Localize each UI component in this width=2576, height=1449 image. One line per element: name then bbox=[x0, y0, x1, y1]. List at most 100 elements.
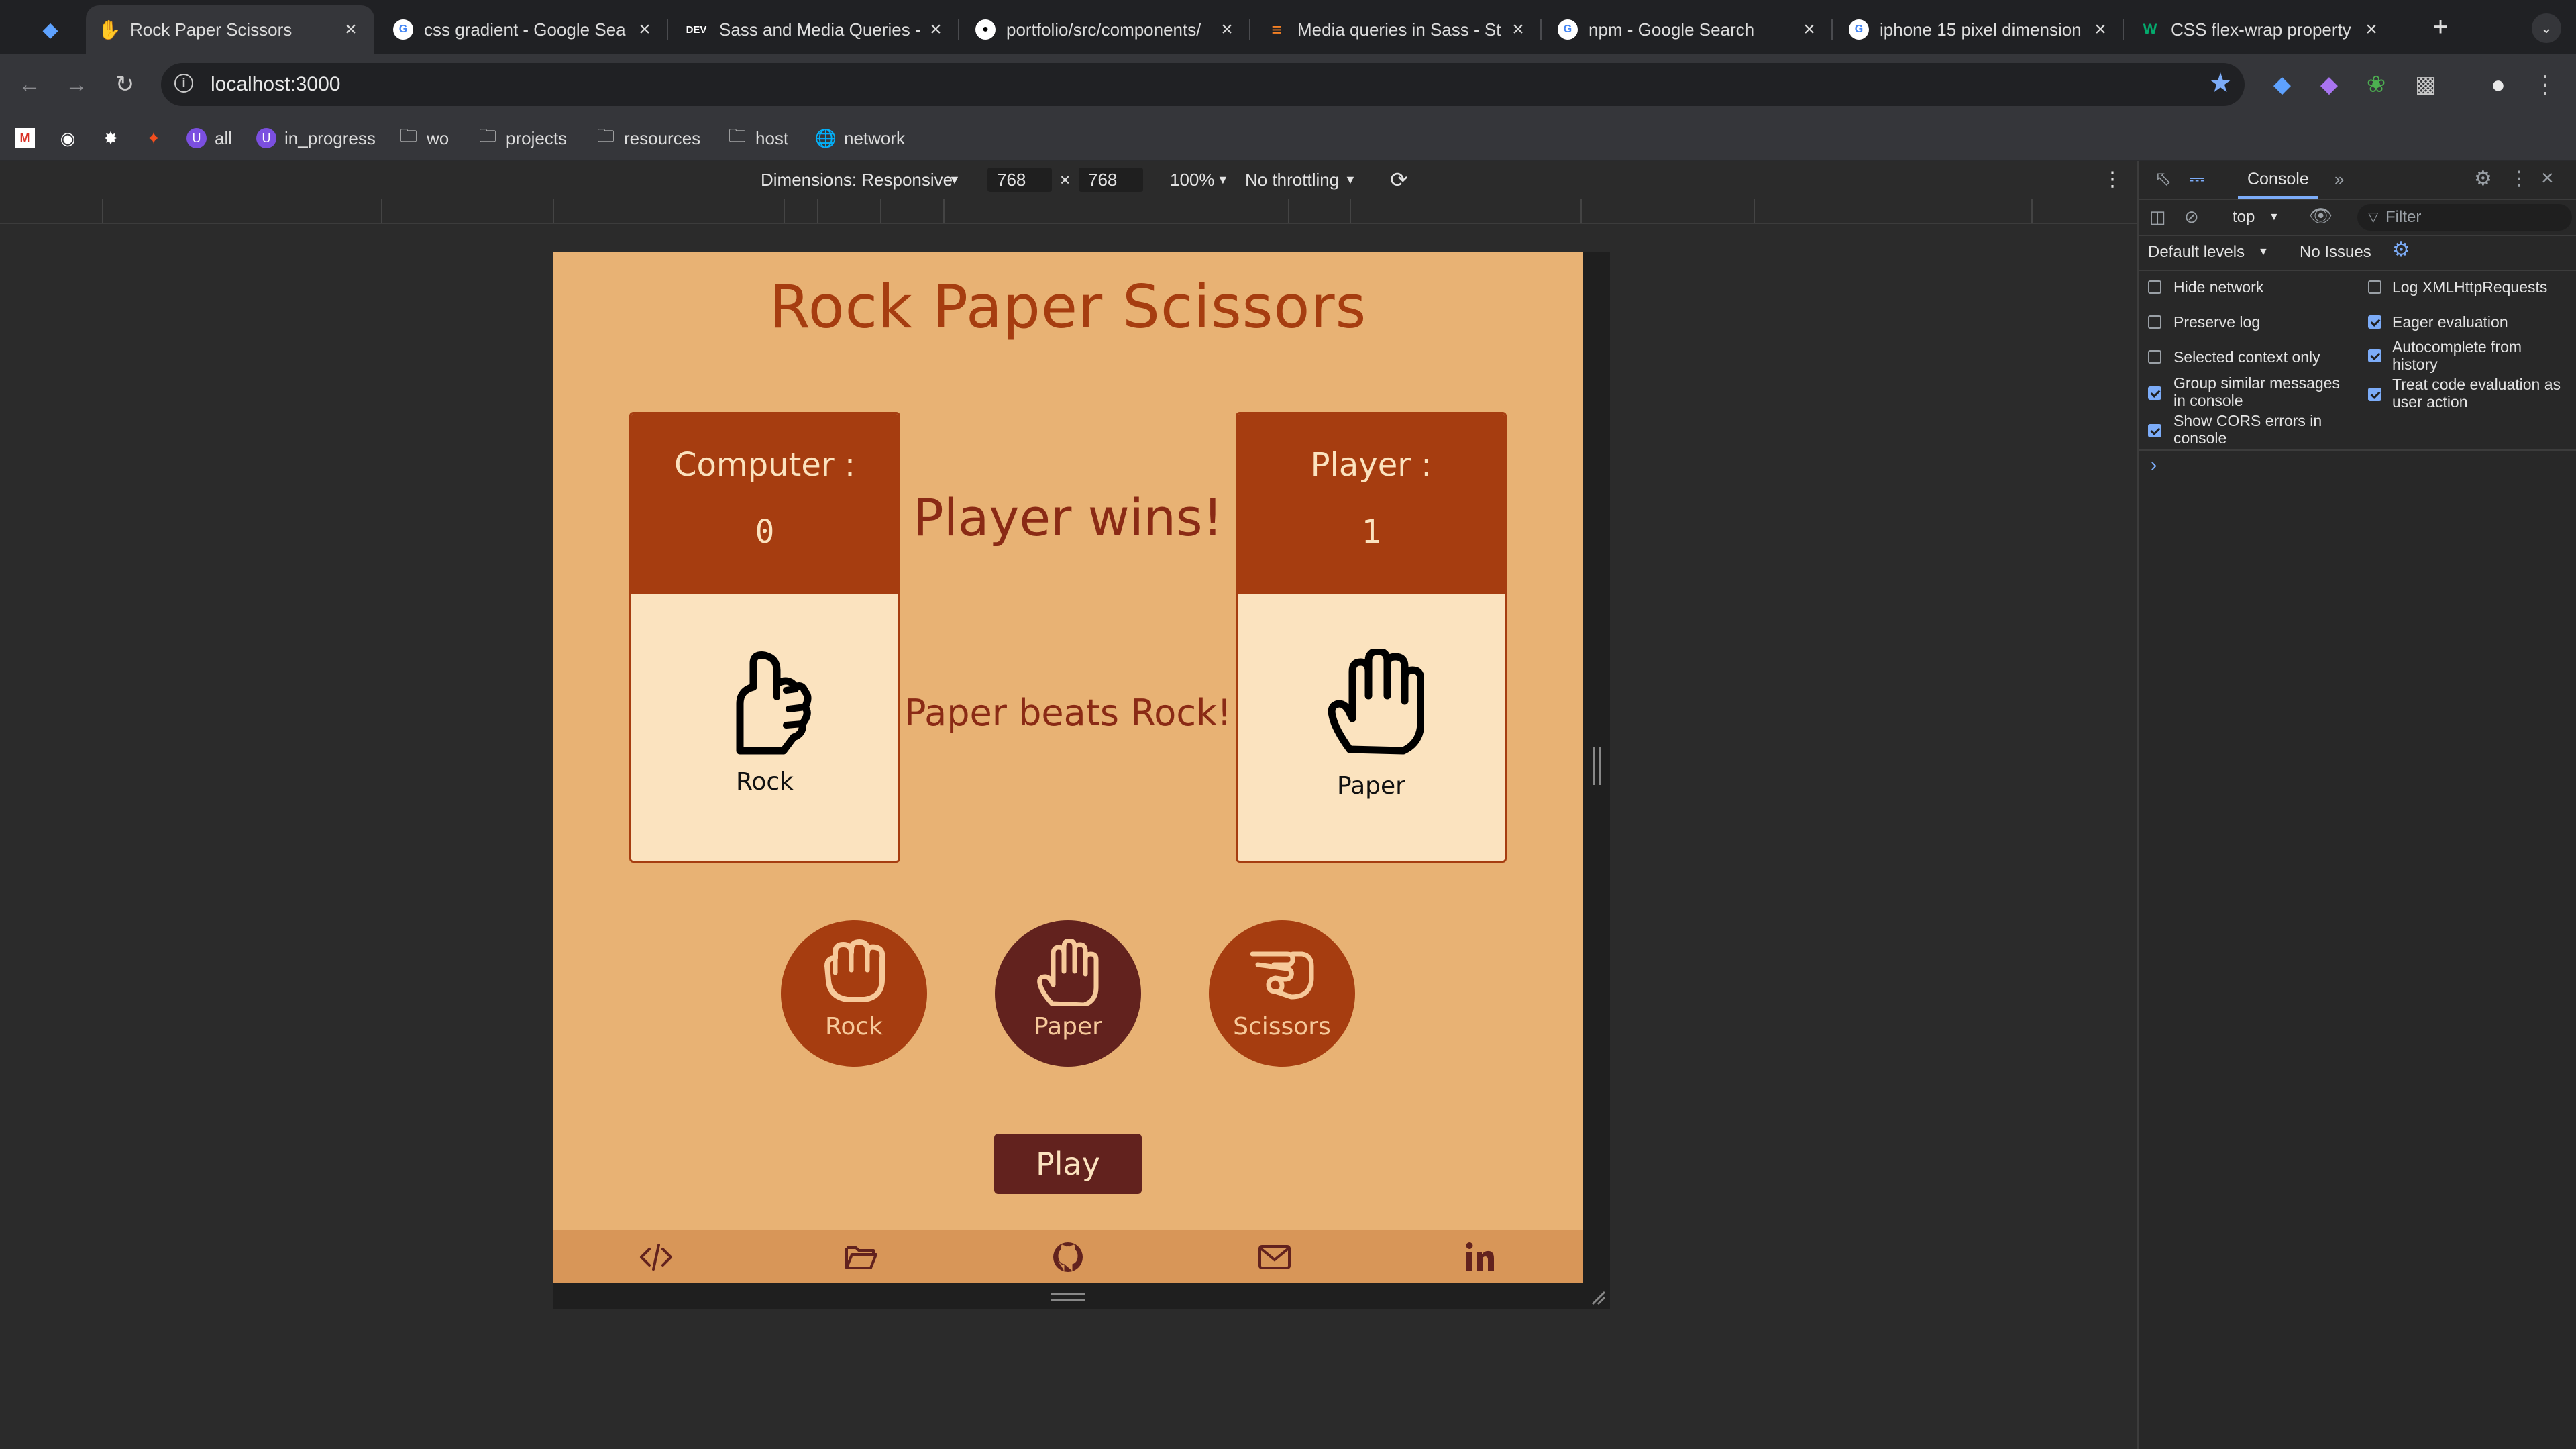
close-icon[interactable]: × bbox=[341, 18, 361, 41]
filter-input[interactable]: ▽ Filter bbox=[2357, 204, 2572, 231]
resize-handle-right[interactable] bbox=[1593, 747, 1601, 785]
levels-dropdown[interactable]: Default levels bbox=[2148, 242, 2245, 262]
dimensions-dropdown[interactable]: Dimensions: Responsive bbox=[761, 168, 953, 192]
log-xhr-checkbox[interactable] bbox=[2368, 280, 2381, 294]
hide-network-label: Hide network bbox=[2174, 278, 2264, 296]
rotate-icon[interactable]: ⟳ bbox=[1390, 168, 1408, 192]
tab-sass-media[interactable]: DEV Sass and Media Queries - × bbox=[671, 5, 959, 54]
resize-handle-bottom[interactable] bbox=[1051, 1293, 1085, 1301]
code-icon[interactable] bbox=[639, 1240, 674, 1275]
close-icon[interactable]: × bbox=[2090, 18, 2110, 41]
close-icon[interactable]: × bbox=[1799, 18, 1819, 41]
bookmark-host[interactable]: 🗀 host bbox=[727, 125, 788, 150]
new-tab-button[interactable]: + bbox=[2424, 11, 2457, 43]
caret-down-icon: ▼ bbox=[2269, 211, 2279, 223]
close-devtools-icon[interactable]: × bbox=[2541, 167, 2554, 189]
forward-button[interactable]: → bbox=[60, 68, 93, 101]
tab-iphone[interactable]: G iphone 15 pixel dimension × bbox=[1835, 5, 2124, 54]
bookmark-label: network bbox=[844, 127, 906, 148]
close-icon[interactable]: × bbox=[2361, 18, 2381, 41]
bookmark-4[interactable]: ✦ bbox=[144, 126, 172, 150]
reload-button[interactable]: ↻ bbox=[109, 68, 141, 101]
result-explanation: Paper beats Rock! bbox=[904, 692, 1232, 734]
selected-context-checkbox[interactable] bbox=[2148, 350, 2161, 364]
bookmark-label: projects bbox=[506, 127, 568, 148]
bookmark-projects[interactable]: 🗀 projects bbox=[478, 125, 568, 150]
inspect-element-icon[interactable]: ⬁ bbox=[2155, 169, 2171, 189]
autocomplete-label: Autocomplete from history bbox=[2392, 338, 2522, 373]
width-input[interactable]: 768 bbox=[987, 168, 1052, 192]
bookmark-1[interactable]: M bbox=[15, 126, 43, 150]
computer-choice-label: Rock bbox=[735, 768, 794, 796]
cors-errors-checkbox[interactable] bbox=[2148, 424, 2161, 437]
bookmark-label: wo bbox=[427, 127, 449, 148]
close-icon[interactable]: × bbox=[1217, 18, 1237, 41]
autocomplete-checkbox[interactable] bbox=[2368, 349, 2381, 362]
settings-gear-icon[interactable]: ⚙ bbox=[2474, 169, 2492, 189]
console-settings-icon[interactable]: ⚙ bbox=[2392, 240, 2410, 260]
tab-pinned[interactable]: ◆ bbox=[27, 5, 80, 54]
close-icon[interactable]: × bbox=[926, 18, 946, 41]
folder-icon: 🗀 bbox=[399, 125, 417, 146]
play-button[interactable]: Play bbox=[994, 1134, 1142, 1194]
devtools-menu-icon[interactable]: ⋮ bbox=[2509, 169, 2529, 189]
close-icon[interactable]: × bbox=[1508, 18, 1528, 41]
bookmark-2[interactable]: ◉ bbox=[58, 126, 86, 150]
extension-leaf-icon[interactable]: ❀ bbox=[2360, 68, 2392, 101]
info-icon[interactable]: i bbox=[174, 74, 193, 93]
context-selector[interactable]: top bbox=[2233, 207, 2255, 227]
group-similar-checkbox[interactable] bbox=[2148, 386, 2161, 400]
tab-search-button[interactable]: ⌄ bbox=[2532, 13, 2561, 43]
menu-kebab-icon[interactable]: ⋮ bbox=[2529, 68, 2561, 101]
zoom-dropdown[interactable]: 100% bbox=[1170, 168, 1215, 192]
folder-icon[interactable] bbox=[844, 1240, 879, 1275]
hide-network-checkbox[interactable] bbox=[2148, 280, 2161, 294]
tab-css-gradient[interactable]: G css gradient - Google Sea × bbox=[380, 5, 668, 54]
preserve-log-checkbox[interactable] bbox=[2148, 315, 2161, 329]
tab-flex-wrap[interactable]: W CSS flex-wrap property × bbox=[2127, 5, 2395, 54]
bookmark-all[interactable]: Uall bbox=[186, 126, 232, 150]
selected-context-label: Selected context only bbox=[2174, 348, 2320, 366]
bookmark-3[interactable]: ✸ bbox=[101, 126, 129, 150]
device-toggle-icon[interactable]: ⎓ bbox=[2190, 169, 2204, 189]
eager-evaluation-checkbox[interactable] bbox=[2368, 315, 2381, 329]
tab-media-queries[interactable]: ≡ Media queries in Sass - St × bbox=[1253, 5, 1542, 54]
bookmark-resources[interactable]: 🗀 resources bbox=[596, 125, 700, 150]
address-bar[interactable]: i localhost:3000 ★ bbox=[161, 63, 2245, 106]
tab-console[interactable]: Console bbox=[2247, 169, 2309, 189]
github-icon[interactable] bbox=[1051, 1240, 1085, 1275]
bookmark-in-progress[interactable]: Uin_progress bbox=[256, 126, 376, 150]
clear-console-icon[interactable]: ⊘ bbox=[2184, 207, 2199, 227]
tab-title: Sass and Media Queries - bbox=[719, 19, 921, 40]
resize-corner-icon[interactable] bbox=[1590, 1289, 1606, 1305]
sidebar-toggle-icon[interactable]: ◫ bbox=[2149, 207, 2166, 227]
tab-title: iphone 15 pixel dimension bbox=[1880, 19, 2082, 40]
rock-button[interactable]: Rock bbox=[781, 920, 927, 1067]
linkedin-icon[interactable] bbox=[1462, 1240, 1497, 1275]
eye-icon[interactable]: 👁 bbox=[2309, 206, 2333, 226]
globe-icon: 🌐 bbox=[814, 127, 837, 148]
height-input[interactable]: 768 bbox=[1079, 168, 1143, 192]
result-text: Player wins! bbox=[912, 488, 1224, 547]
back-button[interactable]: ← bbox=[13, 68, 46, 101]
scissors-button[interactable]: Scissors bbox=[1209, 920, 1355, 1067]
paper-button[interactable]: Paper bbox=[995, 920, 1141, 1067]
extensions-puzzle-icon[interactable]: ▩ bbox=[2410, 68, 2442, 101]
mail-icon[interactable] bbox=[1257, 1240, 1292, 1275]
profile-icon[interactable]: ● bbox=[2482, 68, 2514, 101]
extension-gem-icon[interactable]: ◆ bbox=[2266, 68, 2298, 101]
tab-portfolio[interactable]: ● portfolio/src/components/ × bbox=[962, 5, 1250, 54]
extension-diamond-icon[interactable]: ◆ bbox=[2313, 68, 2345, 101]
more-tabs-icon[interactable]: » bbox=[2334, 169, 2344, 189]
bookmark-network[interactable]: 🌐 network bbox=[814, 126, 906, 150]
bookmark-star-icon[interactable]: ★ bbox=[2207, 70, 2234, 97]
issues-counter[interactable]: No Issues bbox=[2300, 242, 2371, 262]
more-options-icon[interactable]: ⋮ bbox=[2102, 168, 2123, 192]
close-icon[interactable]: × bbox=[635, 18, 655, 41]
treat-code-checkbox[interactable] bbox=[2368, 388, 2381, 401]
throttling-dropdown[interactable]: No throttling bbox=[1245, 168, 1339, 192]
bookmark-wo[interactable]: 🗀 wo bbox=[398, 125, 449, 150]
tab-rock-paper-scissors[interactable]: ✋ Rock Paper Scissors × bbox=[86, 5, 374, 54]
tab-npm[interactable]: G npm - Google Search × bbox=[1544, 5, 1833, 54]
console-prompt[interactable]: › bbox=[2151, 455, 2157, 475]
